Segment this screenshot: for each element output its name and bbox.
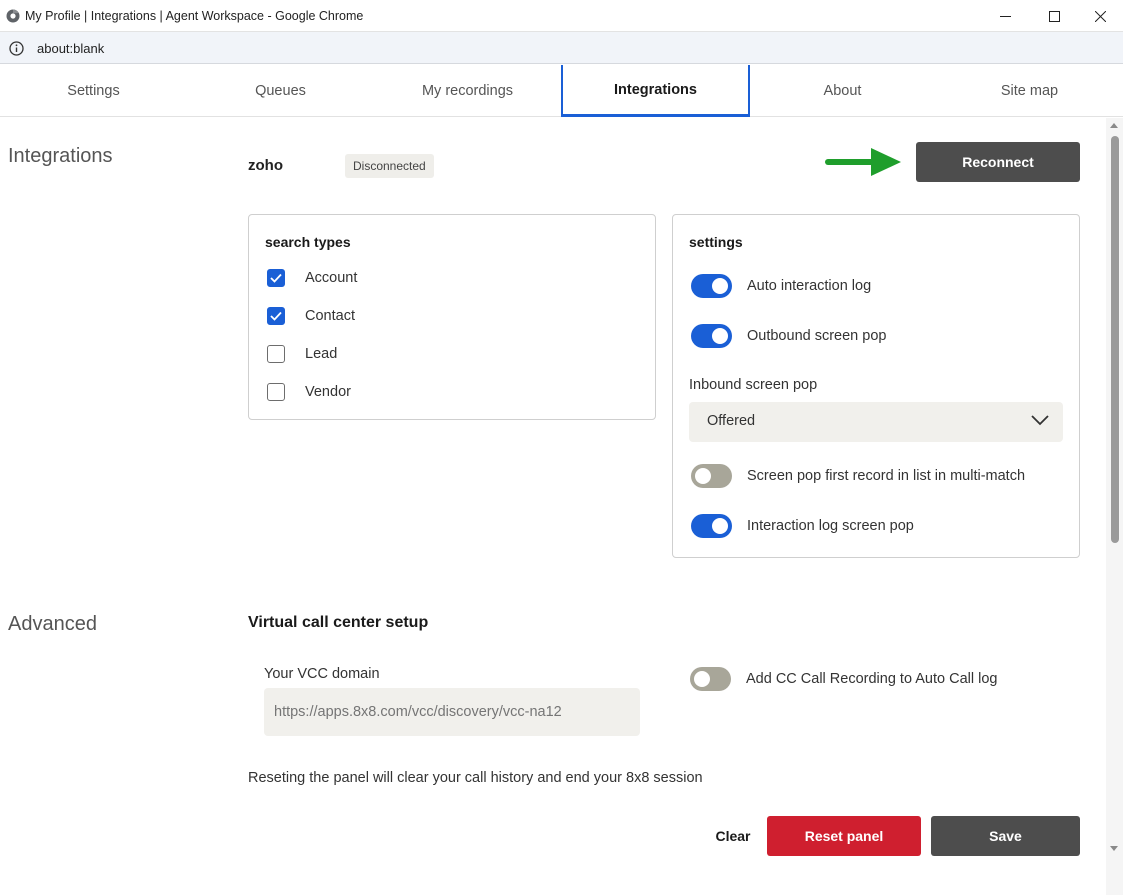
- save-button[interactable]: Save: [931, 816, 1080, 856]
- interaction-log-pop-row[interactable]: Interaction log screen pop: [691, 513, 914, 539]
- search-type-contact[interactable]: Contact: [267, 306, 355, 326]
- tab-my-recordings[interactable]: My recordings: [374, 65, 561, 117]
- lead-checkbox[interactable]: [267, 345, 285, 363]
- vertical-scrollbar[interactable]: [1106, 118, 1123, 895]
- vcc-domain-input[interactable]: [264, 688, 640, 736]
- cc-recording-toggle[interactable]: [690, 667, 731, 691]
- advanced-heading: Advanced: [8, 613, 97, 635]
- outbound-screen-pop-row[interactable]: Outbound screen pop: [691, 323, 886, 349]
- auto-interaction-log-row[interactable]: Auto interaction log: [691, 273, 871, 299]
- window-title: My Profile | Integrations | Agent Worksp…: [25, 9, 364, 23]
- chrome-app-icon: [6, 9, 20, 23]
- search-types-title: search types: [265, 234, 351, 250]
- outbound-screen-pop-toggle[interactable]: [691, 324, 732, 348]
- minimize-button[interactable]: [982, 0, 1028, 32]
- tab-site-map[interactable]: Site map: [936, 65, 1123, 117]
- address-bar[interactable]: about:blank: [0, 32, 1123, 64]
- inbound-screen-pop-value: Offered: [707, 413, 756, 429]
- contact-label: Contact: [305, 308, 355, 324]
- search-type-vendor[interactable]: Vendor: [267, 382, 351, 402]
- reconnect-button[interactable]: Reconnect: [916, 142, 1080, 182]
- profile-tabs: Settings Queues My recordings Integratio…: [0, 65, 1123, 117]
- url-text[interactable]: about:blank: [37, 41, 104, 56]
- chevron-down-icon: [1031, 415, 1049, 426]
- tab-settings[interactable]: Settings: [0, 65, 187, 117]
- search-types-card: search types Account Contact Lead Vendor: [248, 214, 656, 420]
- integration-name: zoho: [248, 157, 283, 174]
- cc-recording-row[interactable]: Add CC Call Recording to Auto Call log: [690, 666, 997, 692]
- scroll-down-arrow-icon[interactable]: [1110, 846, 1118, 851]
- vendor-checkbox[interactable]: [267, 383, 285, 401]
- clear-button[interactable]: Clear: [703, 816, 763, 856]
- search-type-lead[interactable]: Lead: [267, 344, 337, 364]
- vendor-label: Vendor: [305, 384, 351, 400]
- maximize-button[interactable]: [1031, 0, 1077, 32]
- cc-recording-label: Add CC Call Recording to Auto Call log: [746, 671, 998, 687]
- contact-checkbox[interactable]: [267, 307, 285, 325]
- lead-label: Lead: [305, 346, 338, 362]
- vcc-heading: Virtual call center setup: [248, 614, 429, 631]
- tab-about[interactable]: About: [749, 65, 936, 117]
- auto-interaction-log-label: Auto interaction log: [747, 278, 872, 294]
- close-button[interactable]: [1077, 0, 1123, 32]
- multi-match-toggle[interactable]: [691, 464, 732, 488]
- title-bar: My Profile | Integrations | Agent Worksp…: [0, 0, 1123, 32]
- auto-interaction-log-toggle[interactable]: [691, 274, 732, 298]
- outbound-screen-pop-label: Outbound screen pop: [747, 328, 887, 344]
- interaction-log-pop-label: Interaction log screen pop: [747, 518, 914, 534]
- checkmark-icon: [270, 311, 282, 321]
- multi-match-row[interactable]: Screen pop first record in list in multi…: [691, 463, 1025, 489]
- status-badge: Disconnected: [345, 154, 434, 178]
- settings-card: settings Auto interaction log Outbound s…: [672, 214, 1080, 558]
- minimize-icon: [999, 15, 1011, 17]
- green-arrow-icon: [825, 148, 901, 176]
- integrations-heading: Integrations: [8, 145, 113, 167]
- settings-title: settings: [689, 234, 743, 250]
- account-checkbox[interactable]: [267, 269, 285, 287]
- maximize-icon: [1048, 10, 1060, 22]
- multi-match-label: Screen pop first record in list in multi…: [747, 468, 1026, 484]
- account-label: Account: [305, 270, 358, 286]
- info-icon[interactable]: [9, 41, 24, 56]
- vcc-domain-label: Your VCC domain: [264, 666, 380, 682]
- reset-panel-button[interactable]: Reset panel: [767, 816, 921, 856]
- reset-note: Reseting the panel will clear your call …: [248, 770, 703, 786]
- scroll-thumb[interactable]: [1111, 136, 1119, 543]
- interaction-log-pop-toggle[interactable]: [691, 514, 732, 538]
- checkmark-icon: [270, 273, 282, 283]
- close-icon: [1094, 10, 1106, 22]
- scroll-up-arrow-icon[interactable]: [1110, 123, 1118, 128]
- search-type-account[interactable]: Account: [267, 268, 357, 288]
- tab-integrations[interactable]: Integrations: [561, 65, 750, 117]
- inbound-screen-pop-label: Inbound screen pop: [689, 377, 818, 393]
- inbound-screen-pop-select[interactable]: Offered: [689, 402, 1063, 442]
- tab-queues[interactable]: Queues: [187, 65, 374, 117]
